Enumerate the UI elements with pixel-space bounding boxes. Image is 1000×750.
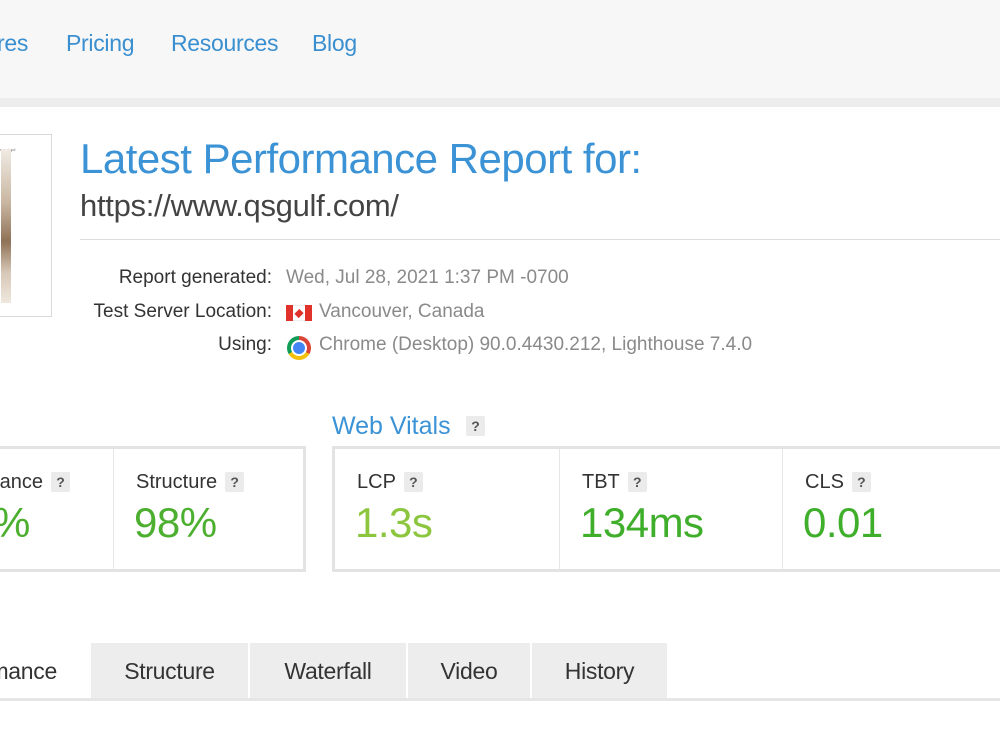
using-row: Using: Chrome (Desktop) 90.0.4430.212, L… — [0, 334, 1000, 360]
structure-metric: Structure? 98% — [113, 449, 303, 569]
web-vitals-panel: LCP? 1.3s TBT? 134ms CLS? 0.01 — [332, 446, 1000, 572]
report-generated-row: Report generated: Wed, Jul 28, 2021 1:37… — [0, 267, 1000, 293]
lcp-label: LCP — [357, 471, 396, 493]
cls-help-icon[interactable]: ? — [851, 472, 871, 492]
tab-video-label: Video — [440, 658, 498, 684]
test-location-row: Test Server Location: Vancouver, Canada — [0, 301, 1000, 327]
using-value: Chrome (Desktop) 90.0.4430.212, Lighthou… — [319, 334, 753, 355]
lcp-metric: LCP? 1.3s — [335, 449, 559, 569]
canada-flag-icon — [286, 305, 312, 321]
web-vitals-title: Web Vitals — [332, 412, 451, 440]
tab-performance-label: mance — [0, 658, 57, 684]
nav-link-resources[interactable]: Resources — [171, 30, 279, 57]
tbt-metric: TBT? 134ms — [559, 449, 782, 569]
performance-label: mance — [0, 471, 44, 493]
tab-history-label: History — [564, 658, 635, 684]
report-title: Latest Performance Report for: — [80, 135, 642, 182]
tab-waterfall-label: Waterfall — [284, 658, 372, 684]
tbt-help-icon[interactable]: ? — [627, 472, 647, 492]
tab-performance[interactable]: mance — [0, 643, 89, 700]
test-location-value: Vancouver, Canada — [319, 301, 485, 322]
test-location-label: Test Server Location: — [93, 301, 272, 322]
lcp-help-icon[interactable]: ? — [403, 472, 423, 492]
tbt-label: TBT — [582, 471, 620, 493]
nav-separator — [0, 98, 1000, 107]
structure-value: 98% — [134, 499, 217, 546]
report-tabs: mance Structure Waterfall Video History — [0, 643, 667, 700]
performance-value: % — [0, 499, 30, 547]
nav-link-features[interactable]: res — [0, 30, 28, 57]
tab-waterfall[interactable]: Waterfall — [248, 643, 406, 700]
nav-link-pricing[interactable]: Pricing — [66, 30, 135, 57]
tabs-underline — [0, 698, 1000, 701]
top-navigation: res Pricing Resources Blog — [0, 0, 1000, 98]
tab-structure[interactable]: Structure — [89, 643, 248, 700]
report-generated-label: Report generated: — [118, 267, 272, 288]
lcp-value: 1.3s — [355, 499, 433, 546]
header-divider — [80, 239, 1000, 240]
tab-history[interactable]: History — [530, 643, 667, 700]
nav-link-blog[interactable]: Blog — [312, 30, 357, 57]
cls-metric: CLS? 0.01 — [782, 449, 1000, 569]
structure-label: Structure — [136, 471, 218, 493]
tbt-value: 134ms — [580, 499, 704, 546]
performance-help-icon[interactable]: ? — [51, 472, 71, 492]
chrome-icon — [287, 336, 311, 360]
gtmetrix-grade-panel: mance? % Structure? 98% — [0, 446, 306, 572]
report-generated-value: Wed, Jul 28, 2021 1:37 PM -0700 — [286, 267, 569, 288]
performance-metric: mance? % — [0, 449, 113, 569]
web-vitals-help-icon[interactable]: ? — [466, 416, 485, 436]
tab-video[interactable]: Video — [406, 643, 530, 700]
report-url: https://www.qsgulf.com/ — [80, 188, 399, 223]
cls-label: CLS — [805, 471, 844, 493]
tab-structure-label: Structure — [124, 658, 215, 684]
structure-help-icon[interactable]: ? — [225, 472, 245, 492]
cls-value: 0.01 — [803, 499, 883, 546]
using-label: Using: — [218, 334, 272, 355]
